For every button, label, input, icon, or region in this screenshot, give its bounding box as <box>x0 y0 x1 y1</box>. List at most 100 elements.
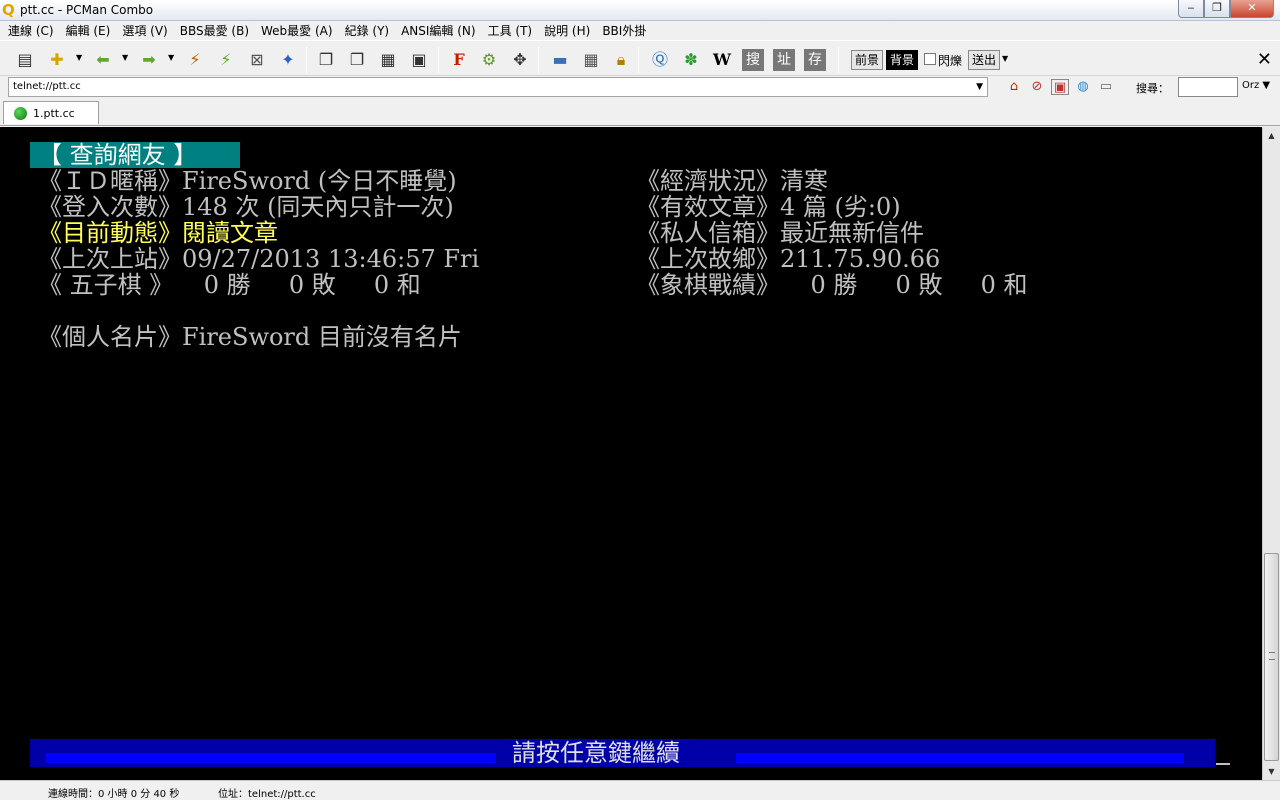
terminal-row-card: 《個人名片》FireSword 目前沒有名片 <box>38 323 462 351</box>
bbs-mode-icon[interactable]: ▣ <box>1051 79 1069 95</box>
search-char-icon[interactable]: 搜 <box>742 49 764 71</box>
chevron-down-icon[interactable]: ▼ <box>122 53 130 62</box>
pcman-icon: Q <box>2 1 15 19</box>
scroll-thumb[interactable] <box>1264 553 1279 761</box>
address-input[interactable]: telnet://ptt.cc ▼ <box>8 77 988 97</box>
blink-checkbox[interactable] <box>924 53 936 65</box>
reconnect-icon[interactable]: ⚡ <box>215 49 237 71</box>
flower-icon[interactable]: ✽ <box>680 49 702 71</box>
terminal-row-economy: 《經濟狀況》清寒 <box>636 167 828 195</box>
toolbar-separator <box>638 47 639 73</box>
site-list-icon[interactable]: ▤ <box>14 49 36 71</box>
add-favorite-icon[interactable]: ✦ <box>277 49 299 71</box>
blink-label: 閃爍 <box>938 54 963 68</box>
paste-icon[interactable]: ❐ <box>346 49 368 71</box>
minimize-button[interactable]: ‒ <box>1178 0 1204 18</box>
search-icon[interactable]: Ⓠ <box>649 49 671 71</box>
terminal-row-last-login: 《上次上站》09/27/2013 13:46:57 Fri <box>38 245 480 273</box>
lock-icon[interactable]: 🔒︎ <box>610 49 632 71</box>
maximize-icon: ❐ <box>1212 1 1222 14</box>
save-char-icon[interactable]: 存 <box>804 49 826 71</box>
copy-icon[interactable]: ❐ <box>315 49 337 71</box>
title-bar: Q ptt.cc - PCMan Combo ‒ ❐ ✕ <box>0 0 1280 21</box>
search-label: 搜尋： <box>1136 82 1169 95</box>
minimize-icon: ‒ <box>1187 1 1195 14</box>
toolbar: ▤ ✚ ▼ ⬅ ▼ ➡ ▼ ⚡ ⚡ ⊠ ✦ ❐ ❐ ▦ ▣ F ⚙ ✥ ▬ ▦ … <box>0 40 1280 76</box>
copy-ansi-icon[interactable]: ▦ <box>377 49 399 71</box>
prompt-stripe-right <box>736 753 1184 763</box>
terminal-row-logins: 《登入次數》148 次 (同天內只計一次) <box>38 193 454 221</box>
fullscreen-icon[interactable]: ✥ <box>509 49 531 71</box>
terminal-row-gomoku: 《 五子棋 》 0 勝 0 敗 0 和 <box>38 271 421 299</box>
home-icon[interactable]: ⌂ <box>1005 79 1023 95</box>
menu-history[interactable]: 紀錄 (Y) <box>339 22 396 39</box>
menu-bbs-favorites[interactable]: BBS最愛 (B) <box>174 22 255 39</box>
query-user-header: 【 查詢網友 】 <box>30 142 240 168</box>
vertical-scrollbar[interactable]: ▲ ▼ <box>1262 127 1280 780</box>
address-value: telnet://ptt.cc <box>13 81 81 92</box>
menu-web-favorites[interactable]: Web最愛 (A) <box>255 22 339 39</box>
status-address: 位址：telnet://ptt.cc <box>218 789 316 800</box>
search-engine-select[interactable]: Orz ▼ <box>1242 80 1270 91</box>
menu-tools[interactable]: 工具 (T) <box>482 22 539 39</box>
new-connection-icon[interactable]: ✚ <box>46 49 68 71</box>
close-connection-icon[interactable]: ⊠ <box>246 49 268 71</box>
chevron-down-icon[interactable]: ▼ <box>76 53 84 62</box>
screen-icon[interactable]: ▬ <box>549 49 571 71</box>
font-icon[interactable]: F <box>448 49 470 71</box>
tab-label: 1.ptt.cc <box>33 106 75 120</box>
keyboard-icon[interactable]: ▦ <box>580 49 602 71</box>
toolbar-separator <box>306 47 307 73</box>
menu-help[interactable]: 說明 (H) <box>538 22 596 39</box>
status-bar: 連線時間：0 小時 0 分 40 秒 位址：telnet://ptt.cc <box>0 780 1280 800</box>
close-icon: ✕ <box>1247 1 1257 14</box>
terminal-cursor <box>1216 763 1230 765</box>
wikipedia-icon[interactable]: W <box>711 49 733 71</box>
scroll-down-icon[interactable]: ▼ <box>1263 763 1280 780</box>
terminal-row-activity: 《目前動態》閱讀文章 <box>38 219 278 247</box>
toolbar-separator <box>538 47 539 73</box>
background-color-button[interactable]: 背景 <box>886 50 919 70</box>
terminal-row-last-host: 《上次故鄉》211.75.90.66 <box>636 245 941 273</box>
menu-ansi-editor[interactable]: ANSI編輯 (N) <box>395 22 482 39</box>
preview-icon[interactable]: ▣ <box>408 49 430 71</box>
menu-bar: 連線 (C) 編輯 (E) 選項 (V) BBS最愛 (B) Web最愛 (A)… <box>0 21 1280 40</box>
back-arrow-icon[interactable]: ⬅ <box>92 49 114 71</box>
scroll-up-icon[interactable]: ▲ <box>1263 127 1280 144</box>
menu-bbi-plugin[interactable]: BBI外掛 <box>596 22 652 39</box>
tab-strip: 1.ptt.cc <box>0 99 1280 126</box>
terminal-row-posts: 《有效文章》4 篇 (劣:0) <box>636 193 901 221</box>
window-controls: ‒ ❐ ✕ <box>1178 0 1274 18</box>
search-input[interactable] <box>1178 77 1238 97</box>
tab-ptt[interactable]: 1.ptt.cc <box>3 101 99 124</box>
terminal-screen[interactable]: 【 查詢網友 】 《ＩＤ暱稱》FireSword (今日不睡覺) 《經濟狀況》清… <box>0 127 1262 780</box>
terminal-row-mailbox: 《私人信箱》最近無新信件 <box>636 219 924 247</box>
gear-icon[interactable]: ⚙ <box>478 49 500 71</box>
connected-status-icon <box>14 106 27 120</box>
menu-options[interactable]: 選項 (V) <box>116 22 173 39</box>
address-char-icon[interactable]: 址 <box>773 49 795 71</box>
chevron-down-icon[interactable]: ▼ <box>976 78 983 96</box>
terminal-row-chess: 《象棋戰績》 0 勝 0 敗 0 和 <box>636 271 1028 299</box>
close-tab-icon[interactable]: ✕ <box>1257 49 1272 70</box>
send-button[interactable]: 送出 <box>968 50 1001 70</box>
close-button[interactable]: ✕ <box>1230 0 1274 18</box>
globe-icon[interactable]: ◍ <box>1074 79 1092 95</box>
prompt-stripe-left <box>46 753 496 763</box>
maximize-button[interactable]: ❐ <box>1204 0 1230 18</box>
grip-icon <box>1269 652 1275 660</box>
address-bar: telnet://ptt.cc ▼ ⌂ ⊘ ▣ ◍ ▭ 搜尋： Orz ▼ <box>0 76 1280 98</box>
menu-connection[interactable]: 連線 (C) <box>2 22 60 39</box>
terminal-icon[interactable]: ▭ <box>1097 79 1115 95</box>
window-title: ptt.cc - PCMan Combo <box>20 3 154 17</box>
press-any-key-bar[interactable]: 請按任意鍵繼續 <box>30 739 1215 767</box>
disconnect-icon[interactable]: ⚡ <box>184 49 206 71</box>
chevron-down-icon[interactable]: ▼ <box>168 53 176 62</box>
forward-arrow-icon[interactable]: ➡ <box>138 49 160 71</box>
stop-icon[interactable]: ⊘ <box>1028 79 1046 95</box>
terminal-row-id: 《ＩＤ暱稱》FireSword (今日不睡覺) <box>38 167 457 195</box>
chevron-down-icon[interactable]: ▼ <box>1002 54 1010 63</box>
menu-edit[interactable]: 編輯 (E) <box>60 22 117 39</box>
press-any-key-label: 請按任意鍵繼續 <box>512 739 680 767</box>
foreground-color-button[interactable]: 前景 <box>851 50 884 70</box>
